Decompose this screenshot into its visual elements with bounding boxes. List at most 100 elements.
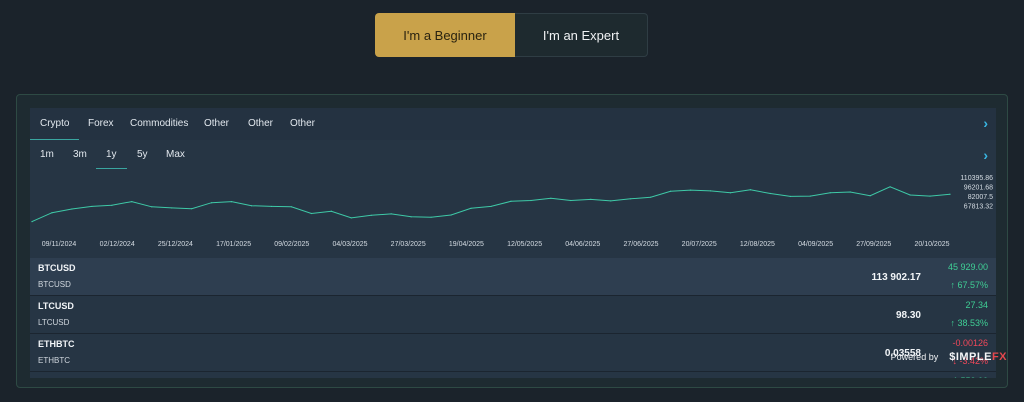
x-tick-label: 17/01/2025 [216,241,251,248]
x-tick-label: 04/09/2025 [798,241,833,248]
x-tick-label: 09/11/2024 [42,241,77,248]
chart-point [729,192,732,194]
y-tick-label: 67813.32 [964,204,993,211]
ranges-next-chevron-icon[interactable]: › [983,147,988,163]
instrument-row-ethbtc[interactable]: ETHBTC ETHBTC 0.03558 -0.00126 ↓ -3.42% [30,334,996,372]
chart-point [350,217,352,219]
chart-point [550,197,552,199]
chart-point [370,214,372,216]
range-5y[interactable]: 5y [127,140,158,170]
chart-point [510,200,512,202]
chart-point [131,201,133,203]
chart-point [869,195,871,197]
tab-forex[interactable]: Forex [78,108,124,140]
market-widget: Crypto Forex Commodities Other Other Oth… [16,94,1008,388]
chart-point [91,205,93,208]
instrument-change-percent: ↑ 38.53% [950,318,988,328]
instrument-subtitle: BTCUSD [38,280,71,289]
simplefx-logo[interactable]: $IMPLEFX [949,351,1007,363]
instrument-change: 45 929.00 [947,262,988,272]
powered-by-text: Powered by [890,352,939,362]
powered-by: Powered by $IMPLEFX [891,351,1007,363]
instrument-price: 113 902.17 [871,272,922,283]
chart-point [290,206,293,208]
chart-point [71,208,73,210]
tabs-next-chevron-icon[interactable]: › [983,115,988,131]
instrument-symbol: LTCUSD [38,301,74,311]
widget-panel: Crypto Forex Commodities Other Other Oth… [30,108,996,378]
x-tick-label: 04/03/2025 [332,241,367,248]
beginner-button[interactable]: I'm a Beginner [375,13,515,57]
tab-other-2[interactable]: Other [238,108,283,140]
instrument-list: BTCUSD BTCUSD 113 902.17 45 929.00 ↑ 67.57% L… [30,258,996,378]
instrument-change: -0.00126 [952,338,988,348]
tab-other-3[interactable]: Other [280,108,325,140]
chart-point [230,201,233,203]
chart-point [610,200,612,202]
x-tick-label: 19/04/2025 [449,241,484,248]
expert-button[interactable]: I'm an Expert [515,13,648,57]
chart-point [749,189,752,191]
chart-point [849,191,851,193]
range-1y[interactable]: 1y [96,140,127,170]
x-tick-label: 27/09/2025 [856,241,891,248]
x-tick-label: 27/03/2025 [391,241,426,248]
chart-point [250,205,253,207]
instrument-symbol: BTCUSD [38,263,76,273]
chart-point [330,210,332,212]
x-tick-label: 02/12/2024 [100,241,135,248]
instrument-change: 1 553.00 [953,376,988,378]
x-tick-label: 20/10/2025 [914,241,949,248]
chart-point [171,207,173,209]
chart-point [590,198,592,201]
range-max[interactable]: Max [156,140,195,170]
instrument-symbol: ETHBTC [38,339,75,349]
x-tick-label: 12/08/2025 [740,241,775,248]
range-1m[interactable]: 1m [30,140,64,170]
chart-point [709,190,712,192]
instrument-row-btcusd[interactable]: BTCUSD BTCUSD 113 902.17 45 929.00 ↑ 67.57% [30,258,996,296]
x-tick-label: 04/06/2025 [565,241,600,248]
x-tick-label: 09/02/2025 [274,241,309,248]
chart-point [889,186,891,188]
chart-point [470,207,472,209]
x-tick-label: 20/07/2025 [682,241,717,248]
chart-point [809,195,811,197]
instrument-symbol: ETHUSD [38,377,75,378]
chart-point [390,213,392,215]
y-tick-label: 110395.86 [960,175,993,182]
logo-accent: FX [991,351,1007,363]
chart-point [51,212,53,214]
y-tick-label: 96201.68 [964,185,993,192]
chart-point [430,216,432,218]
chart-point [151,206,153,208]
price-chart: 110395.86 96201.68 82007.5 67813.32 09/11/2… [31,175,993,248]
chart-point [570,199,572,202]
chart-point [650,196,652,198]
chart-point [490,205,492,208]
chart-point [670,190,672,192]
btcusd-series-line [31,186,951,223]
instrument-price: 98.30 [895,310,921,321]
chart-point [191,208,193,210]
tab-other-1[interactable]: Other [194,108,239,140]
instrument-row-ltcusd[interactable]: LTCUSD LTCUSD 98.30 27.34 ↑ 38.53% [30,296,996,334]
tab-commodities[interactable]: Commodities [120,108,198,140]
x-tick-label: 27/06/2025 [623,241,658,248]
x-axis-labels: 09/11/2024 02/12/2024 25/12/2024 17/01/2025… [42,241,950,248]
tab-crypto[interactable]: Crypto [30,108,80,140]
x-tick-label: 25/12/2024 [158,241,193,248]
instrument-change: 27.34 [965,300,988,310]
logo-main: $IMPLE [949,351,992,363]
y-tick-label: 82007.5 [968,194,993,201]
instrument-row-ethusd[interactable]: ETHUSD 1 553.00 [30,372,996,378]
chart-point [630,198,632,200]
range-3m[interactable]: 3m [63,140,97,170]
chart-point [530,199,532,202]
chart-point [450,214,452,216]
chart-point [829,192,831,194]
instrument-change-percent: ↑ 67.57% [950,280,988,290]
chart-point [310,212,312,215]
chart-point [689,189,692,191]
instrument-subtitle: LTCUSD [38,318,70,327]
